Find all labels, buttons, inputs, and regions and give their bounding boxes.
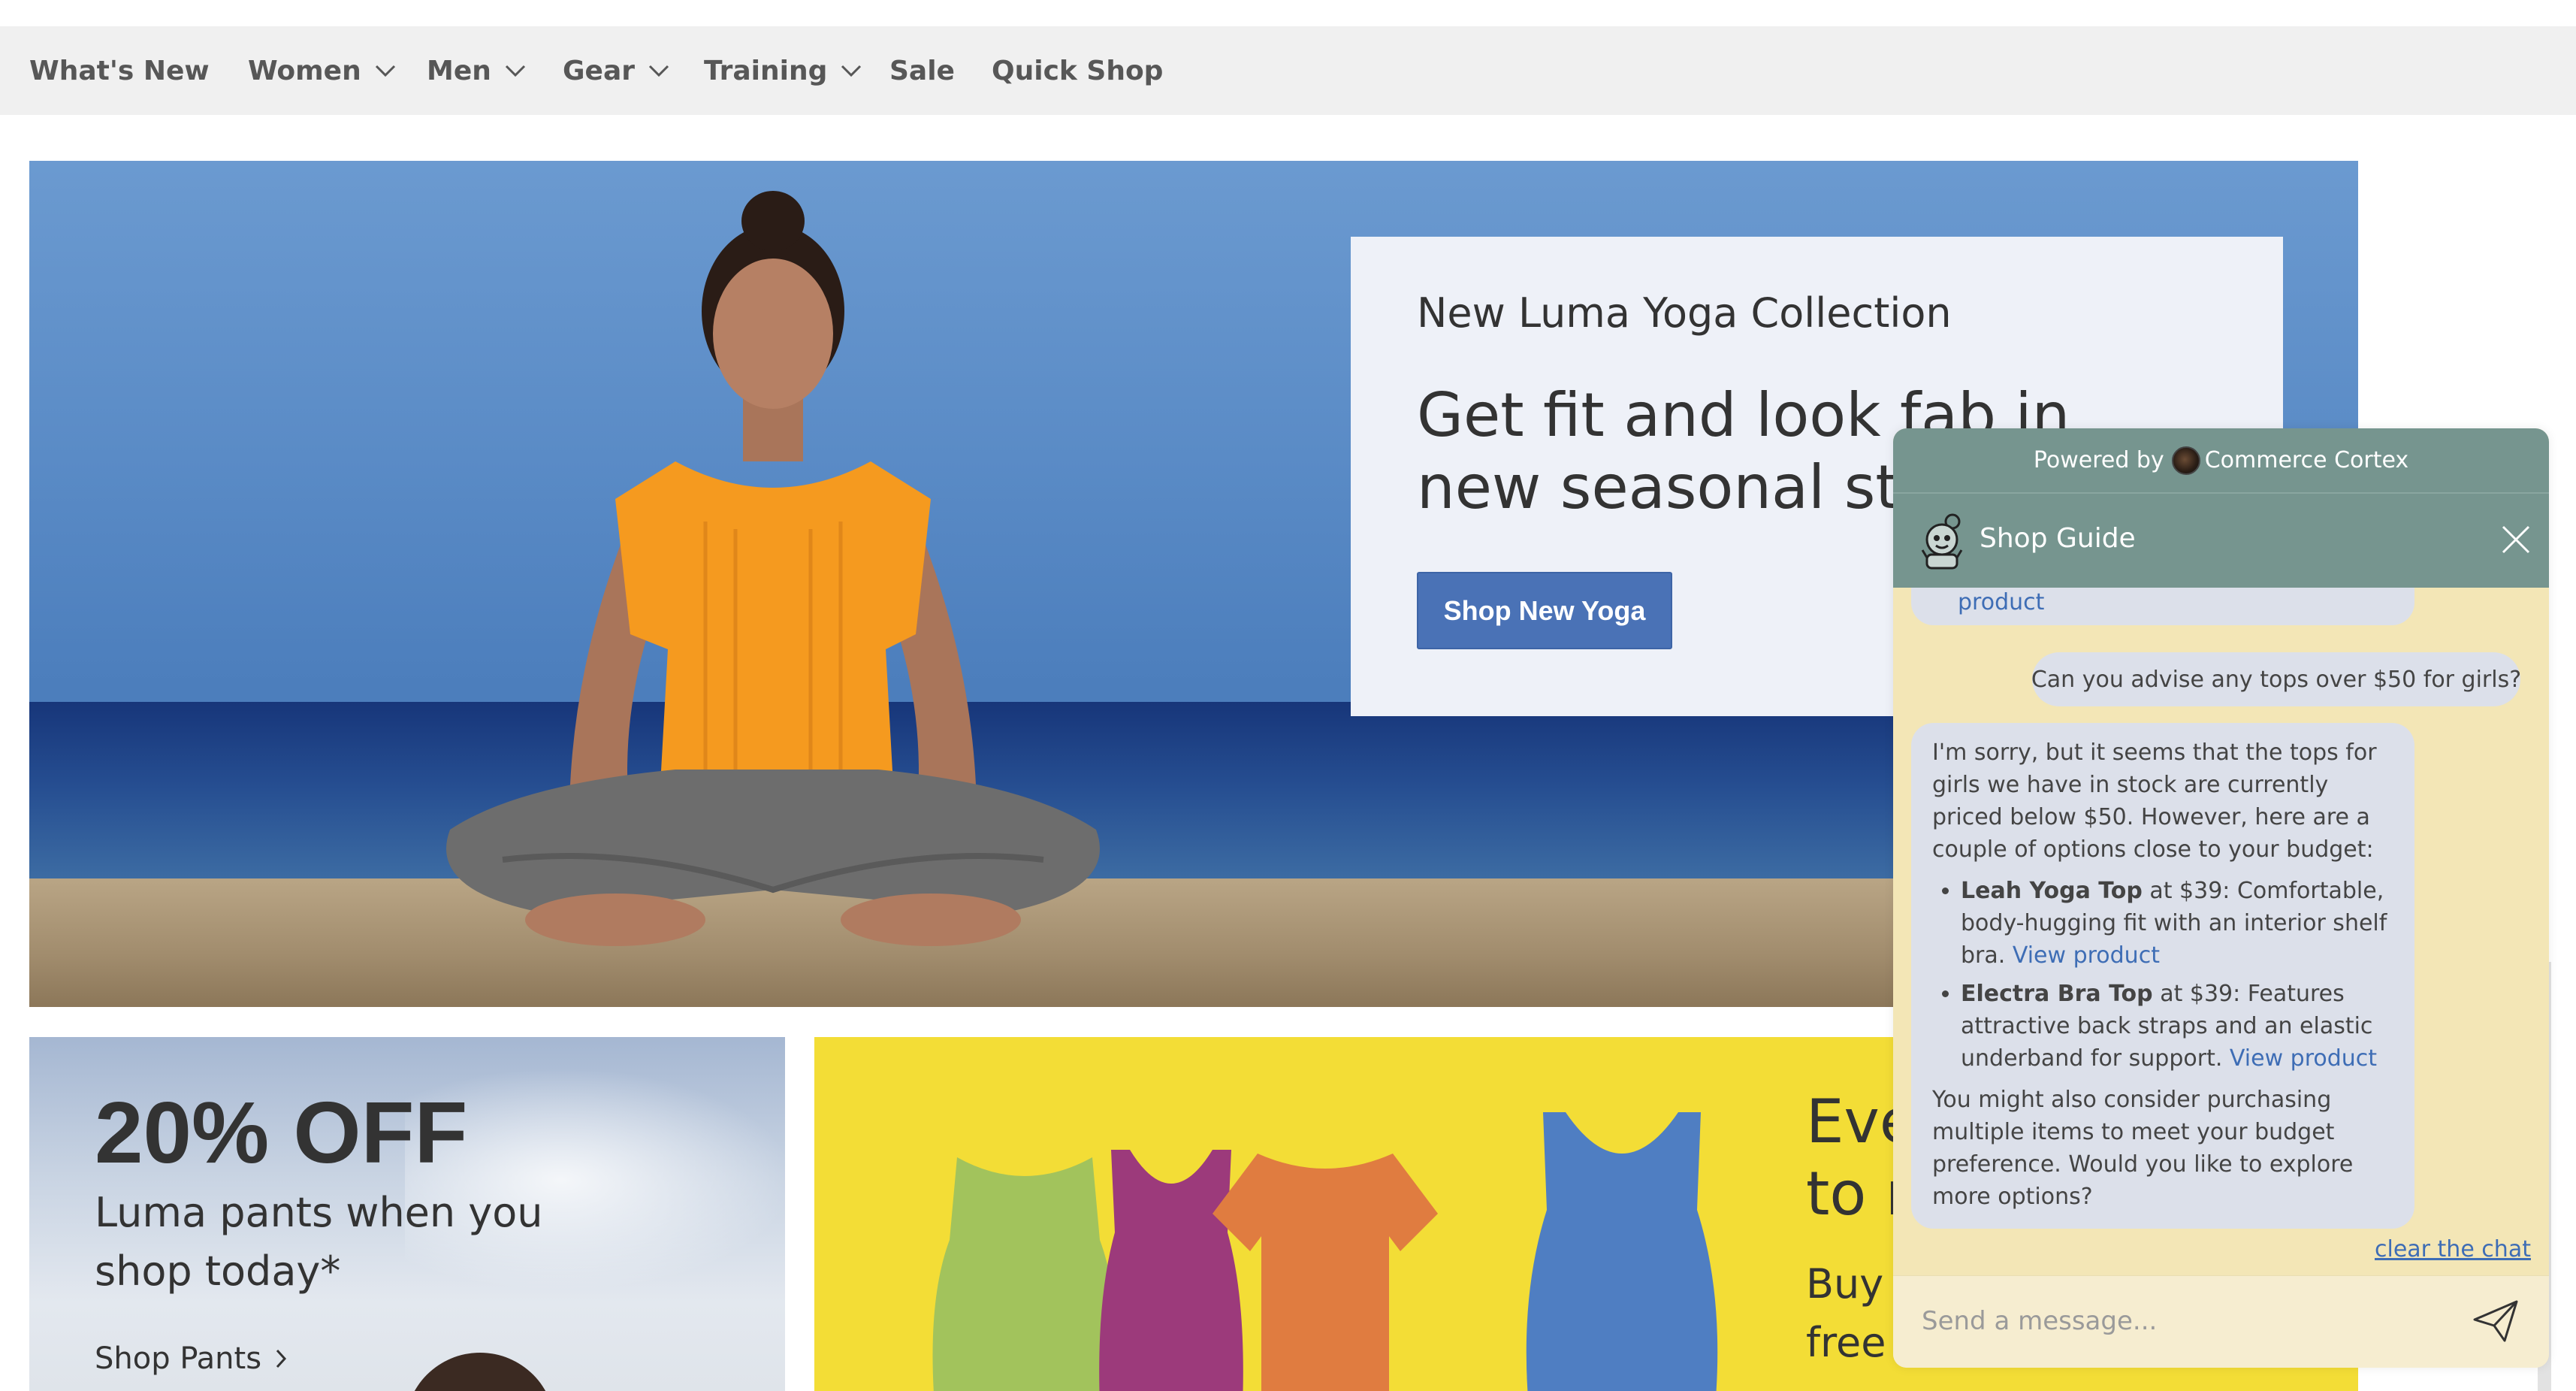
powered-by-bar: Powered by Commerce Cortex [1893, 428, 2549, 492]
message-input[interactable] [1920, 1299, 2446, 1344]
shop-pants-label: Shop Pants [95, 1341, 262, 1376]
nav-item-label: Men [427, 55, 491, 86]
product-item: Electra Bra Top at $39: Features attract… [1961, 978, 2393, 1075]
chevron-down-icon [841, 65, 862, 77]
send-icon[interactable] [2472, 1299, 2520, 1344]
bot-intro-text: I'm sorry, but it seems that the tops fo… [1932, 739, 2377, 863]
green-tank-image [932, 1157, 1117, 1391]
powered-by-brand: Commerce Cortex [2204, 447, 2409, 473]
chat-header: Shop Guide [1893, 492, 2549, 588]
nav-item-men[interactable]: Men [427, 26, 526, 115]
hero-kicker: New Luma Yoga Collection [1417, 289, 1952, 337]
product-name: Electra Bra Top [1961, 981, 2153, 1007]
chat-title: Shop Guide [1980, 523, 2136, 554]
chevron-down-icon [375, 65, 395, 77]
bot-message: I'm sorry, but it seems that the tops fo… [1911, 723, 2414, 1229]
nav-item-label: Quick Shop [992, 55, 1164, 86]
clear-chat-link[interactable]: clear the chat [2375, 1236, 2531, 1262]
close-icon[interactable] [2500, 524, 2532, 555]
nav-item-label: What's New [29, 55, 210, 86]
chevron-right-icon [276, 1349, 287, 1368]
shop-pants-link[interactable]: Shop Pants [95, 1341, 287, 1376]
nav-item-quick-shop[interactable]: Quick Shop [992, 26, 1163, 115]
pants-promo-tile[interactable]: 20% OFF Luma pants when you shop today* … [29, 1037, 785, 1391]
nav-item-label: Training [704, 55, 828, 86]
yoga-woman-image [446, 191, 1100, 946]
nav-item-whats-new[interactable]: What's New [29, 26, 210, 115]
chevron-down-icon [505, 65, 525, 77]
model-head-image [405, 1353, 555, 1391]
product-item: Leah Yoga Top at $39: Comfortable, body-… [1961, 875, 2393, 972]
user-message: Can you advise any tops over $50 for gir… [2031, 652, 2522, 706]
promo-subline: Luma pants when you shop today* [95, 1189, 543, 1295]
nav-item-sale[interactable]: Sale [889, 26, 955, 115]
nav-item-gear[interactable]: Gear [563, 26, 669, 115]
bot-message-previous: product [1911, 588, 2414, 625]
nav-item-label: Women [248, 55, 361, 86]
commerce-cortex-logo-icon [2171, 446, 2200, 475]
main-navigation: What's New Women Men Gear Training Sale … [0, 26, 2576, 115]
nav-item-training[interactable]: Training [704, 26, 862, 115]
product-name: Leah Yoga Top [1961, 878, 2143, 904]
chat-input-bar [1893, 1275, 2549, 1368]
view-product-link[interactable]: View product [2013, 942, 2160, 969]
product-list: Leah Yoga Top at $39: Comfortable, body-… [1932, 875, 2393, 1075]
user-message-text: Can you advise any tops over $50 for gir… [2031, 666, 2522, 693]
powered-by-label: Powered by [2033, 447, 2164, 473]
nav-item-label: Sale [889, 55, 955, 86]
orange-tee-image [1213, 1154, 1438, 1391]
promo-headline: 20% OFF [95, 1084, 468, 1181]
chat-messages[interactable]: product Can you advise any tops over $50… [1893, 588, 2549, 1275]
blue-tank-image [1526, 1112, 1718, 1391]
chevron-down-icon [648, 65, 669, 77]
chat-widget: Powered by Commerce Cortex Shop Guide pr… [1893, 428, 2549, 1368]
shop-new-yoga-button[interactable]: Shop New Yoga [1417, 572, 1672, 649]
nav-item-label: Gear [563, 55, 636, 86]
previous-view-product-link[interactable]: product [1958, 588, 2044, 618]
bot-outro-text: You might also consider purchasing multi… [1932, 1087, 2354, 1210]
view-product-link[interactable]: View product [2230, 1045, 2377, 1072]
nav-item-women[interactable]: Women [248, 26, 396, 115]
robot-avatar-icon [1921, 513, 1963, 570]
